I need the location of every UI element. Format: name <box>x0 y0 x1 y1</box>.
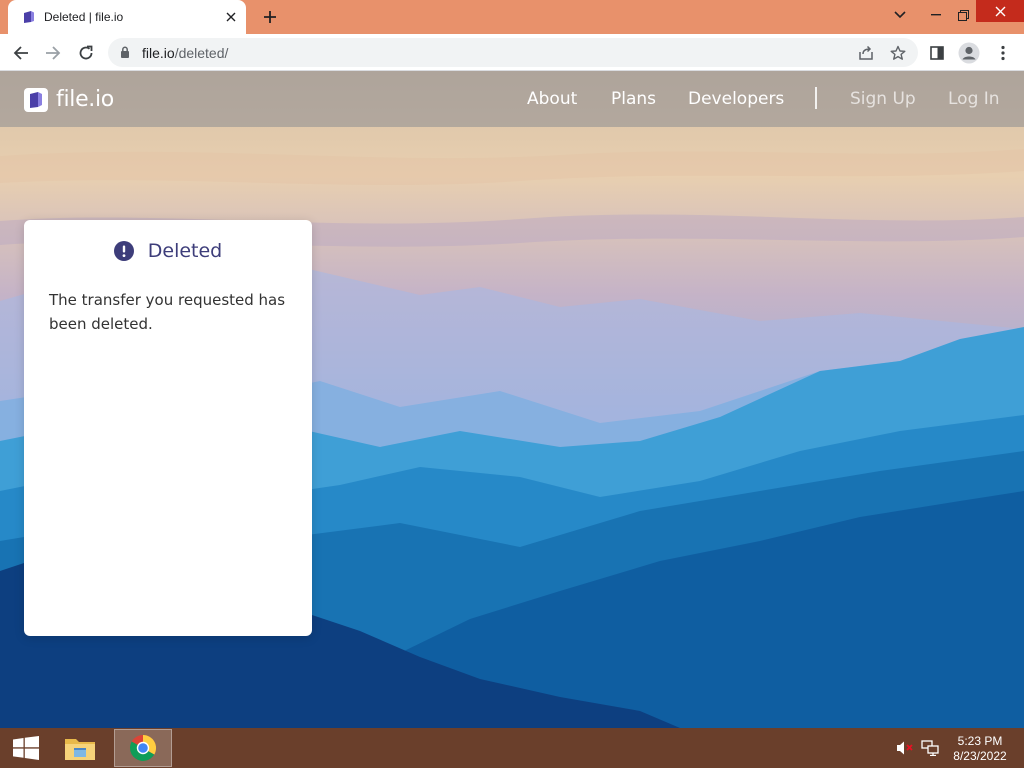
file-io-logo-icon <box>24 87 48 112</box>
nav-developers-link[interactable]: Developers <box>688 89 784 109</box>
nav-log-in-link[interactable]: Log In <box>948 89 1000 109</box>
kebab-menu-icon[interactable] <box>990 40 1016 66</box>
tab-search-chevron-icon[interactable] <box>888 2 912 28</box>
bookmark-star-icon[interactable] <box>886 42 910 64</box>
nav-plans-link[interactable]: Plans <box>611 89 656 109</box>
nav-sign-up-link[interactable]: Sign Up <box>850 89 916 109</box>
system-clock[interactable]: 5:23 PM 8/23/2022 <box>944 734 1016 764</box>
exclamation-circle-icon <box>113 241 134 261</box>
nav-about-link[interactable]: About <box>527 89 577 109</box>
logo-text: file.io <box>56 87 114 112</box>
window-close-button[interactable] <box>976 0 1024 22</box>
url-host: file.io <box>142 45 175 61</box>
windows-logo-icon <box>13 736 39 760</box>
forward-arrow-icon[interactable] <box>40 40 66 66</box>
profile-avatar-icon[interactable] <box>956 40 982 66</box>
address-bar[interactable]: file.io/deleted/ <box>108 38 918 67</box>
tab-title: Deleted | file.io <box>44 10 124 24</box>
deleted-card: Deleted The transfer you requested has b… <box>24 220 312 636</box>
windows-start-button[interactable] <box>4 728 48 768</box>
url-text: file.io/deleted/ <box>142 45 228 61</box>
window-minimize-button[interactable] <box>922 2 950 28</box>
file-explorer-taskbar-button[interactable] <box>57 729 103 767</box>
window-restore-button[interactable] <box>950 2 976 28</box>
clock-date: 8/23/2022 <box>953 749 1007 763</box>
tab-close-icon[interactable] <box>222 8 240 26</box>
browser-tab[interactable]: Deleted | file.io <box>8 0 246 34</box>
site-header: file.io About Plans Developers Sign Up L… <box>0 71 1024 127</box>
share-icon[interactable] <box>854 42 878 64</box>
browser-titlebar: Deleted | file.io <box>0 0 1024 34</box>
volume-muted-icon[interactable] <box>896 740 914 756</box>
clock-time: 5:23 PM <box>957 734 1003 748</box>
card-message: The transfer you requested has been dele… <box>49 291 286 333</box>
page-viewport: file.io About Plans Developers Sign Up L… <box>0 71 1024 728</box>
file-io-logo[interactable]: file.io <box>24 87 114 112</box>
url-path: /deleted/ <box>174 45 229 61</box>
browser-toolbar: file.io/deleted/ <box>0 34 1024 71</box>
nav-divider <box>815 87 817 109</box>
card-title: Deleted <box>147 240 223 262</box>
side-panel-icon[interactable] <box>924 40 950 66</box>
folder-icon <box>65 739 95 760</box>
new-tab-button[interactable] <box>258 6 282 28</box>
windows-taskbar: 5:23 PM 8/23/2022 <box>0 728 1024 768</box>
reload-icon[interactable] <box>73 40 99 66</box>
lock-icon <box>121 46 129 58</box>
chrome-taskbar-button[interactable] <box>114 729 172 767</box>
back-arrow-icon[interactable] <box>8 40 34 66</box>
chrome-icon <box>129 734 157 761</box>
network-icon[interactable] <box>921 740 939 756</box>
card-header: Deleted <box>24 240 312 262</box>
file-io-favicon-icon <box>24 11 34 23</box>
